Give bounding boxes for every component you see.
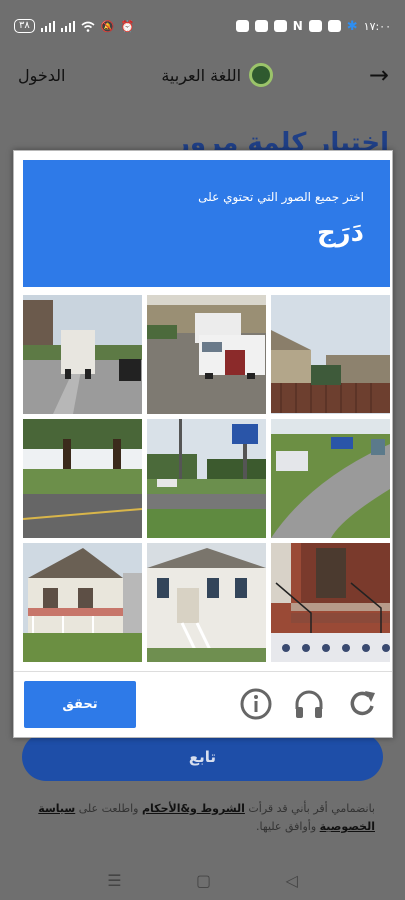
- terms-middle: واطلعت على: [78, 802, 139, 815]
- tile-road-trees[interactable]: [23, 419, 142, 538]
- captcha-dialog: اختر جميع الصور التي تحتوي على دَرَج تحق…: [13, 150, 393, 738]
- snapchat-icon: [235, 20, 249, 32]
- footer-divider: [14, 671, 392, 672]
- status-bar: ٣٨ 🔕 ⏰ N ✱ ١٧:٠٠: [0, 0, 405, 52]
- nav-home-icon[interactable]: ▢: [196, 871, 211, 890]
- news-icon: [308, 20, 322, 32]
- tile-brick-stairs[interactable]: [271, 543, 390, 662]
- verify-button[interactable]: تحقق: [24, 681, 136, 728]
- captcha-header: اختر جميع الصور التي تحتوي على دَرَج: [23, 160, 390, 287]
- tile-street-sign[interactable]: [147, 419, 266, 538]
- signal-icon-2: [60, 20, 75, 32]
- clock: ١٧:٠٠: [363, 19, 391, 33]
- continue-button[interactable]: تابع: [22, 733, 383, 781]
- language-selector[interactable]: اللغة العربية: [161, 63, 274, 87]
- terms-text: بانضمامي أقر بأني قد قرأت الشروط و&الأحك…: [30, 800, 375, 836]
- language-logo-icon: [249, 63, 274, 87]
- tile-parking-vans[interactable]: [147, 295, 266, 414]
- messenger-icon: [273, 20, 287, 32]
- youtube-icon: [254, 20, 268, 32]
- system-nav-bar: ☰ ▢ ◁: [0, 860, 405, 900]
- tile-house-stairs[interactable]: [147, 543, 266, 662]
- terms-suffix: وأوافق عليها.: [256, 820, 317, 833]
- captcha-target-word: دَرَج: [316, 218, 364, 248]
- tile-street-truck[interactable]: [23, 295, 142, 414]
- mail-icon: [327, 20, 341, 32]
- settings-icon: ✱: [346, 18, 358, 34]
- mute-icon: 🔕: [100, 19, 115, 33]
- signal-icon: [40, 20, 55, 32]
- info-icon[interactable]: [239, 687, 273, 721]
- netflix-icon: N: [292, 19, 303, 33]
- alarm-icon: ⏰: [120, 19, 135, 33]
- login-link[interactable]: الدخول: [18, 66, 66, 85]
- status-right: N ✱ ١٧:٠٠: [235, 18, 391, 34]
- back-arrow-icon[interactable]: →: [369, 61, 389, 89]
- app-bar: الدخول اللغة العربية →: [0, 52, 405, 98]
- refresh-icon[interactable]: [346, 687, 380, 721]
- captcha-image-grid: [23, 295, 390, 662]
- audio-icon[interactable]: [292, 687, 326, 721]
- nav-recents-icon[interactable]: ☰: [107, 871, 121, 890]
- captcha-instruction: اختر جميع الصور التي تحتوي على: [198, 190, 364, 204]
- tile-house-porch[interactable]: [23, 543, 142, 662]
- terms-prefix: بانضمامي أقر بأني قد قرأت: [248, 802, 375, 815]
- wifi-icon: [81, 21, 95, 32]
- nav-back-icon[interactable]: ◁: [285, 871, 297, 890]
- tile-house-fence[interactable]: [271, 295, 390, 414]
- language-label: اللغة العربية: [161, 65, 242, 85]
- terms-link[interactable]: الشروط و&الأحكام: [142, 802, 245, 815]
- status-left: ٣٨ 🔕 ⏰: [14, 19, 134, 33]
- battery-indicator: ٣٨: [14, 19, 35, 33]
- tile-curved-road[interactable]: [271, 419, 390, 538]
